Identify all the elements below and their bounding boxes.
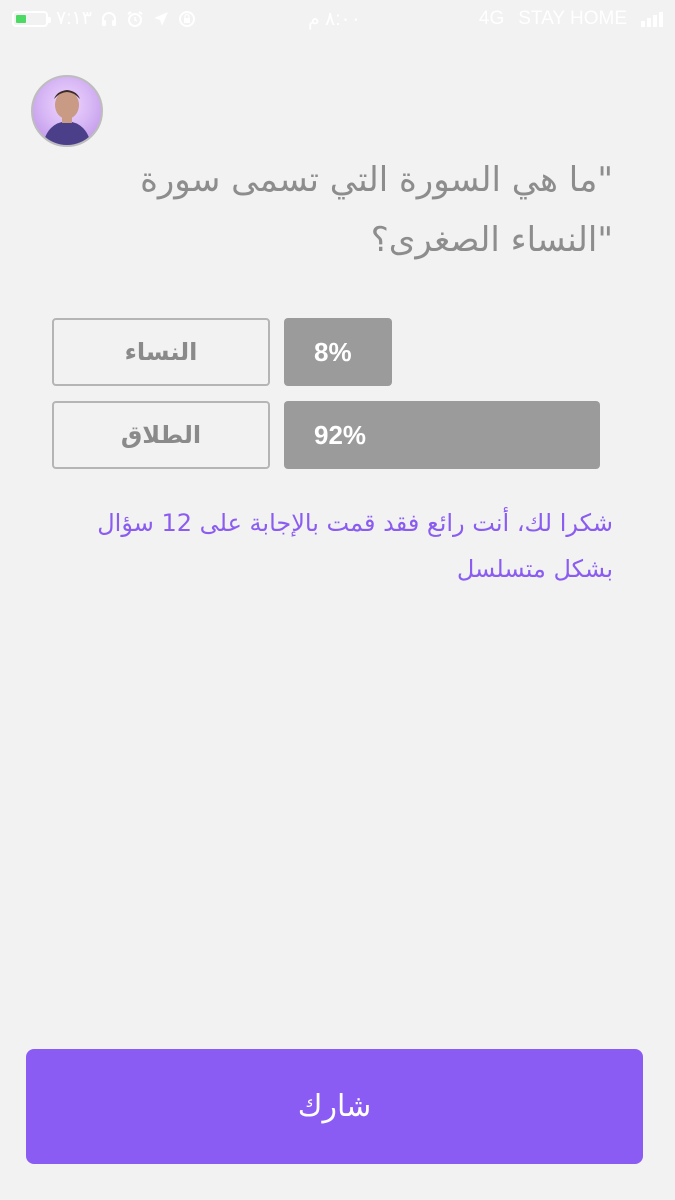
battery-level: [16, 14, 26, 23]
answer-percent-bar: 92%: [284, 401, 600, 469]
answer-option[interactable]: النساء 8%: [52, 318, 627, 386]
network-type: 4G: [478, 8, 505, 29]
avatar-image: [43, 90, 91, 145]
question-text: "ما هي السورة التي تسمى سورة "النساء الص…: [140, 160, 613, 260]
answer-label: النساء: [52, 318, 270, 386]
rotation-lock-icon: [178, 10, 195, 27]
location-icon: [153, 11, 168, 26]
alarm-icon: [127, 10, 143, 27]
status-right: 4G STAY HOME: [479, 8, 663, 30]
status-clock: ٨:٠٠ م: [308, 9, 361, 30]
answer-label: الطلاق: [52, 401, 270, 469]
answer-bar-track: 8%: [284, 318, 627, 386]
share-button[interactable]: شارك: [26, 1049, 643, 1164]
status-bar: ٧:١٣ ٨:٠٠ م 4G STAY HOME: [0, 0, 675, 38]
status-time: ٧:١٣: [56, 8, 92, 29]
status-left: ٧:١٣: [12, 7, 196, 30]
carrier-name: STAY HOME: [518, 8, 627, 29]
signal-icon: [641, 11, 663, 27]
answer-bar-track: 92%: [284, 401, 627, 469]
thanks-message: شكرا لك، أنت رائع فقد قمت بالإجابة على 1…: [97, 509, 613, 583]
avatar[interactable]: [31, 75, 103, 147]
answer-option[interactable]: الطلاق 92%: [52, 401, 627, 469]
battery-icon: [12, 10, 51, 27]
answer-percent-bar: 8%: [284, 318, 392, 386]
headphones-icon: [101, 11, 116, 26]
